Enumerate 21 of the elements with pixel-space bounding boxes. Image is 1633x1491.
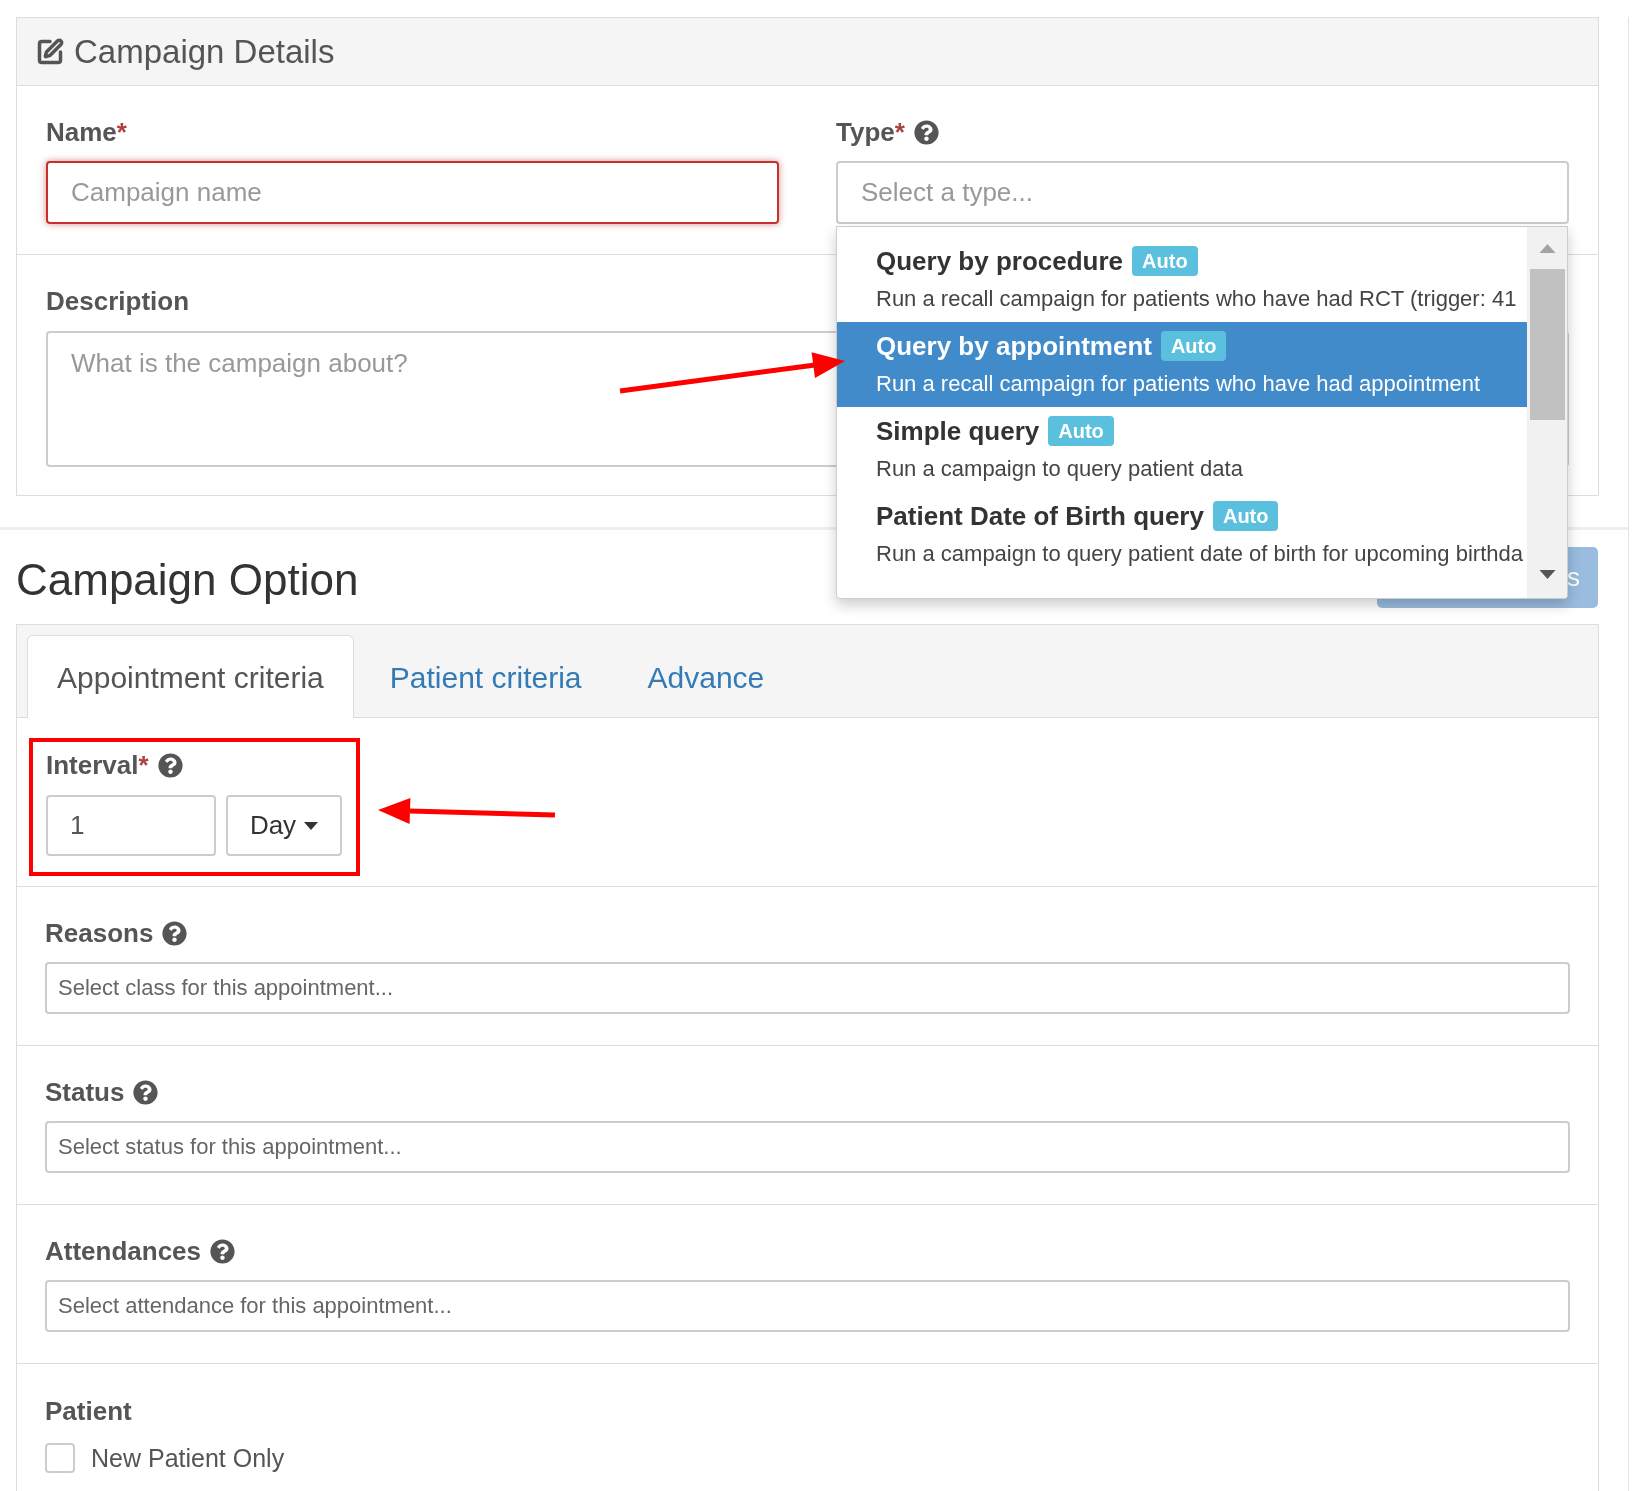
option-title: Query by appointment: [876, 331, 1152, 361]
field-label: Interval*: [46, 750, 149, 780]
field-label: Name*: [46, 117, 127, 147]
field-label: Description: [46, 286, 190, 316]
mode-badge: Auto: [1048, 416, 1114, 446]
option-description: Run a campaign to query patient date of birth for upcoming birthda: [876, 541, 1523, 566]
panel-title: Campaign Details: [74, 32, 335, 71]
field-label: Patient: [45, 1396, 132, 1426]
section-heading: Campaign Option: [16, 555, 359, 605]
mode-badge: Auto: [1132, 246, 1198, 276]
option-title: Simple query: [876, 416, 1040, 446]
option-description: Run a recall campaign for patients who have had appointment: [876, 371, 1481, 396]
option-title: Query by procedure: [876, 246, 1124, 276]
field-label: Attendances: [45, 1236, 202, 1266]
field-label: Type*: [836, 117, 905, 147]
option-title: Patient Date of Birth query: [876, 501, 1204, 531]
mode-badge: Auto: [1160, 331, 1227, 361]
mode-badge: Auto: [1212, 501, 1279, 531]
field-label: Status: [45, 1077, 125, 1107]
option-description: Run a recall campaign for patients who have had RCT (trigger: 41: [876, 286, 1517, 311]
field-label: Reasons: [45, 918, 154, 948]
